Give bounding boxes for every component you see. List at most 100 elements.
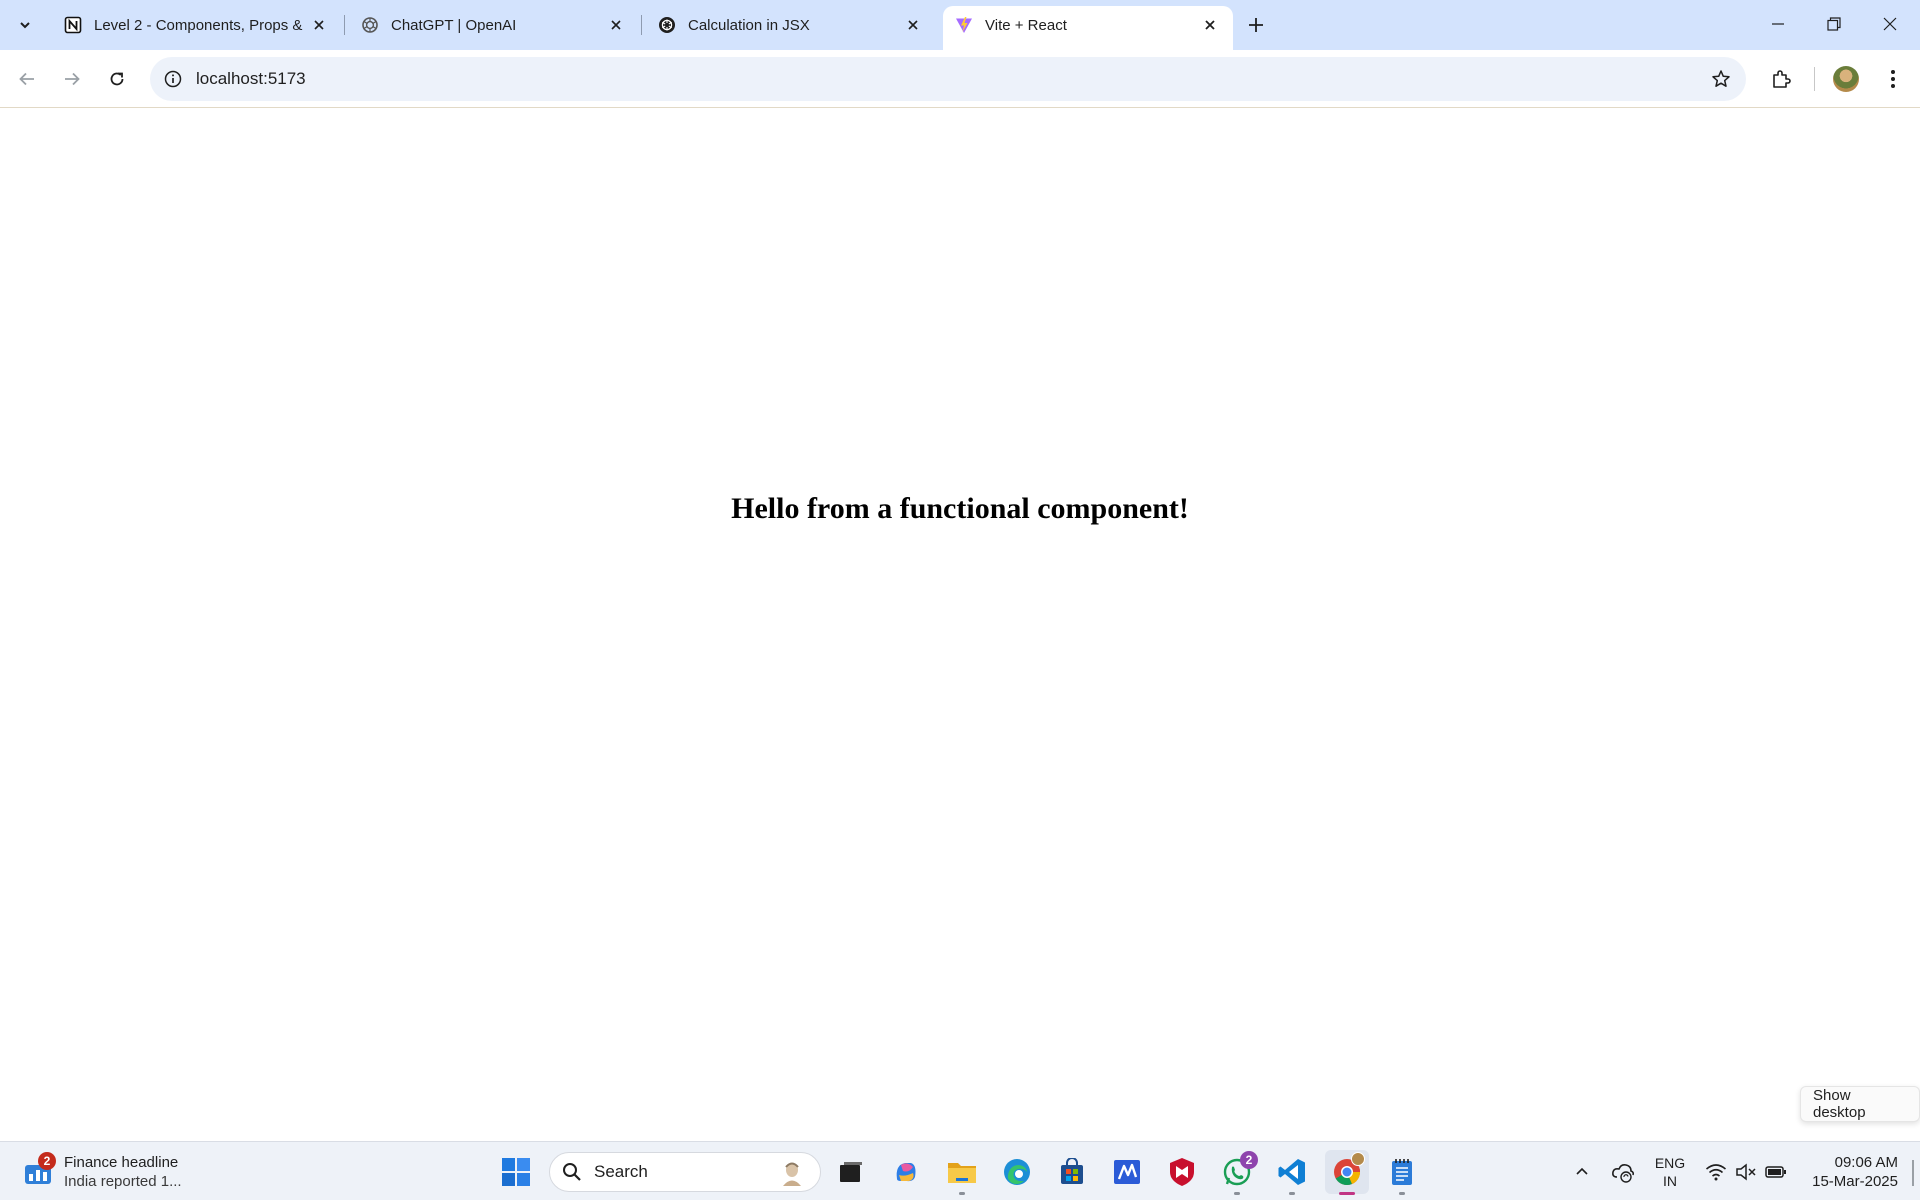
taskbar-app-vscode[interactable] [1270, 1150, 1314, 1195]
site-info-icon[interactable] [162, 68, 184, 90]
mcafee-shield-icon [1170, 1158, 1194, 1186]
widget-badge: 2 [38, 1152, 56, 1170]
minimize-icon [1772, 23, 1784, 25]
address-text[interactable]: localhost:5173 [196, 69, 306, 89]
close-icon[interactable] [1199, 14, 1221, 36]
running-indicator [1289, 1192, 1295, 1195]
taskbar-search[interactable]: Search [549, 1152, 821, 1192]
extensions-button[interactable] [1763, 61, 1799, 97]
openai-icon [361, 16, 379, 34]
region-code: IN [1663, 1173, 1677, 1189]
microsoft-store-icon [1061, 1158, 1083, 1184]
address-bar[interactable]: localhost:5173 [150, 57, 1746, 101]
taskbar-app-file-explorer[interactable] [940, 1150, 984, 1195]
tab-title: Calculation in JSX [688, 16, 810, 34]
restore-button[interactable] [1806, 0, 1862, 48]
tab-strip: Level 2 - Components, Props & ChatGPT | … [0, 0, 1920, 50]
tab-title: Vite + React [985, 16, 1067, 34]
restore-icon [1827, 17, 1841, 31]
close-icon [1883, 17, 1897, 31]
tab-search-button[interactable] [8, 8, 42, 42]
chrome-menu-button[interactable] [1875, 61, 1911, 97]
forward-button[interactable] [54, 61, 90, 97]
toolbar-divider [1814, 67, 1815, 91]
pen-app-icon [1114, 1160, 1140, 1184]
taskbar-app-task-view[interactable] [829, 1150, 873, 1194]
puzzle-icon [1773, 70, 1791, 88]
tab-chatgpt[interactable]: ChatGPT | OpenAI [349, 8, 639, 42]
plus-icon [1249, 18, 1263, 32]
battery-icon [1765, 1166, 1786, 1178]
chevron-down-icon [20, 22, 30, 29]
quick-settings-button[interactable] [1702, 1150, 1790, 1194]
taskbar-app-writer[interactable] [1105, 1150, 1149, 1194]
tab-vite-react[interactable]: Vite + React [943, 6, 1233, 50]
clock-time: 09:06 AM [1834, 1154, 1898, 1171]
chevron-up-icon [1576, 1167, 1588, 1175]
wifi-icon [1705, 1164, 1727, 1181]
running-indicator [1234, 1192, 1240, 1195]
tab-calculation-in-jsx[interactable]: Calculation in JSX [646, 8, 936, 42]
back-button[interactable] [9, 61, 45, 97]
avatar [1833, 66, 1859, 92]
tab-separator [641, 15, 642, 35]
show-hidden-icons-button[interactable] [1570, 1150, 1594, 1194]
edge-icon [1004, 1159, 1030, 1185]
language-code: ENG [1654, 1155, 1686, 1171]
task-view-icon [840, 1162, 862, 1182]
search-highlight-icon [778, 1159, 806, 1187]
profile-avatar-icon [1351, 1152, 1365, 1166]
input-language-button[interactable]: ENG IN [1650, 1150, 1690, 1194]
notepad-icon [1392, 1159, 1412, 1185]
profile-button[interactable] [1828, 61, 1864, 97]
onedrive-sync-button[interactable] [1608, 1150, 1638, 1194]
arrow-right-icon [65, 72, 80, 86]
kebab-menu-icon [1891, 70, 1895, 88]
page-viewport: Hello from a functional component! [0, 109, 1920, 1141]
finance-widget-icon: 2 [22, 1152, 56, 1188]
show-desktop-tooltip: Show desktop [1800, 1086, 1920, 1122]
vscode-icon [1278, 1159, 1305, 1185]
speaker-muted-icon [1736, 1163, 1756, 1181]
bookmark-star-icon[interactable] [1710, 68, 1732, 90]
tab-separator [344, 15, 345, 35]
clock-button[interactable]: 09:06 AM 15-Mar-2025 [1800, 1150, 1898, 1194]
minimize-button[interactable] [1750, 0, 1806, 48]
taskbar: 2 Finance headline India reported 1... S… [0, 1141, 1920, 1200]
taskbar-app-chrome[interactable] [1325, 1150, 1369, 1195]
running-indicator [1339, 1192, 1355, 1195]
show-desktop-button[interactable] [1912, 1160, 1914, 1186]
close-icon[interactable] [308, 14, 330, 36]
windows-logo-icon [502, 1158, 530, 1186]
new-tab-button[interactable] [1240, 9, 1272, 41]
close-window-button[interactable] [1862, 0, 1918, 48]
reload-icon [110, 72, 124, 86]
vite-icon [955, 16, 973, 34]
clock-date: 15-Mar-2025 [1812, 1173, 1898, 1190]
widget-subtitle: India reported 1... [64, 1173, 182, 1190]
taskbar-app-copilot[interactable] [884, 1150, 928, 1194]
taskbar-app-mcafee[interactable] [1160, 1150, 1204, 1194]
taskbar-app-whatsapp[interactable]: 2 [1215, 1150, 1259, 1195]
copilot-icon [896, 1163, 916, 1182]
reload-button[interactable] [99, 61, 135, 97]
close-icon[interactable] [902, 14, 924, 36]
widgets-button[interactable]: 2 Finance headline India reported 1... [22, 1150, 182, 1194]
browser-toolbar: localhost:5173 [0, 50, 1920, 108]
taskbar-app-store[interactable] [1050, 1150, 1094, 1194]
page-heading: Hello from a functional component! [731, 492, 1189, 525]
close-icon[interactable] [605, 14, 627, 36]
running-indicator [1399, 1192, 1405, 1195]
tab-level-2[interactable]: Level 2 - Components, Props & [52, 8, 342, 42]
tab-title: ChatGPT | OpenAI [391, 16, 517, 34]
taskbar-app-notepad[interactable] [1380, 1150, 1424, 1195]
search-icon [563, 1163, 581, 1181]
arrow-left-icon [19, 72, 34, 86]
notion-icon [64, 16, 82, 34]
openai-icon [658, 16, 676, 34]
folder-icon [948, 1163, 976, 1183]
search-label: Search [594, 1162, 648, 1181]
start-button[interactable] [494, 1150, 538, 1194]
taskbar-app-edge[interactable] [995, 1150, 1039, 1194]
widget-title: Finance headline [64, 1154, 179, 1171]
